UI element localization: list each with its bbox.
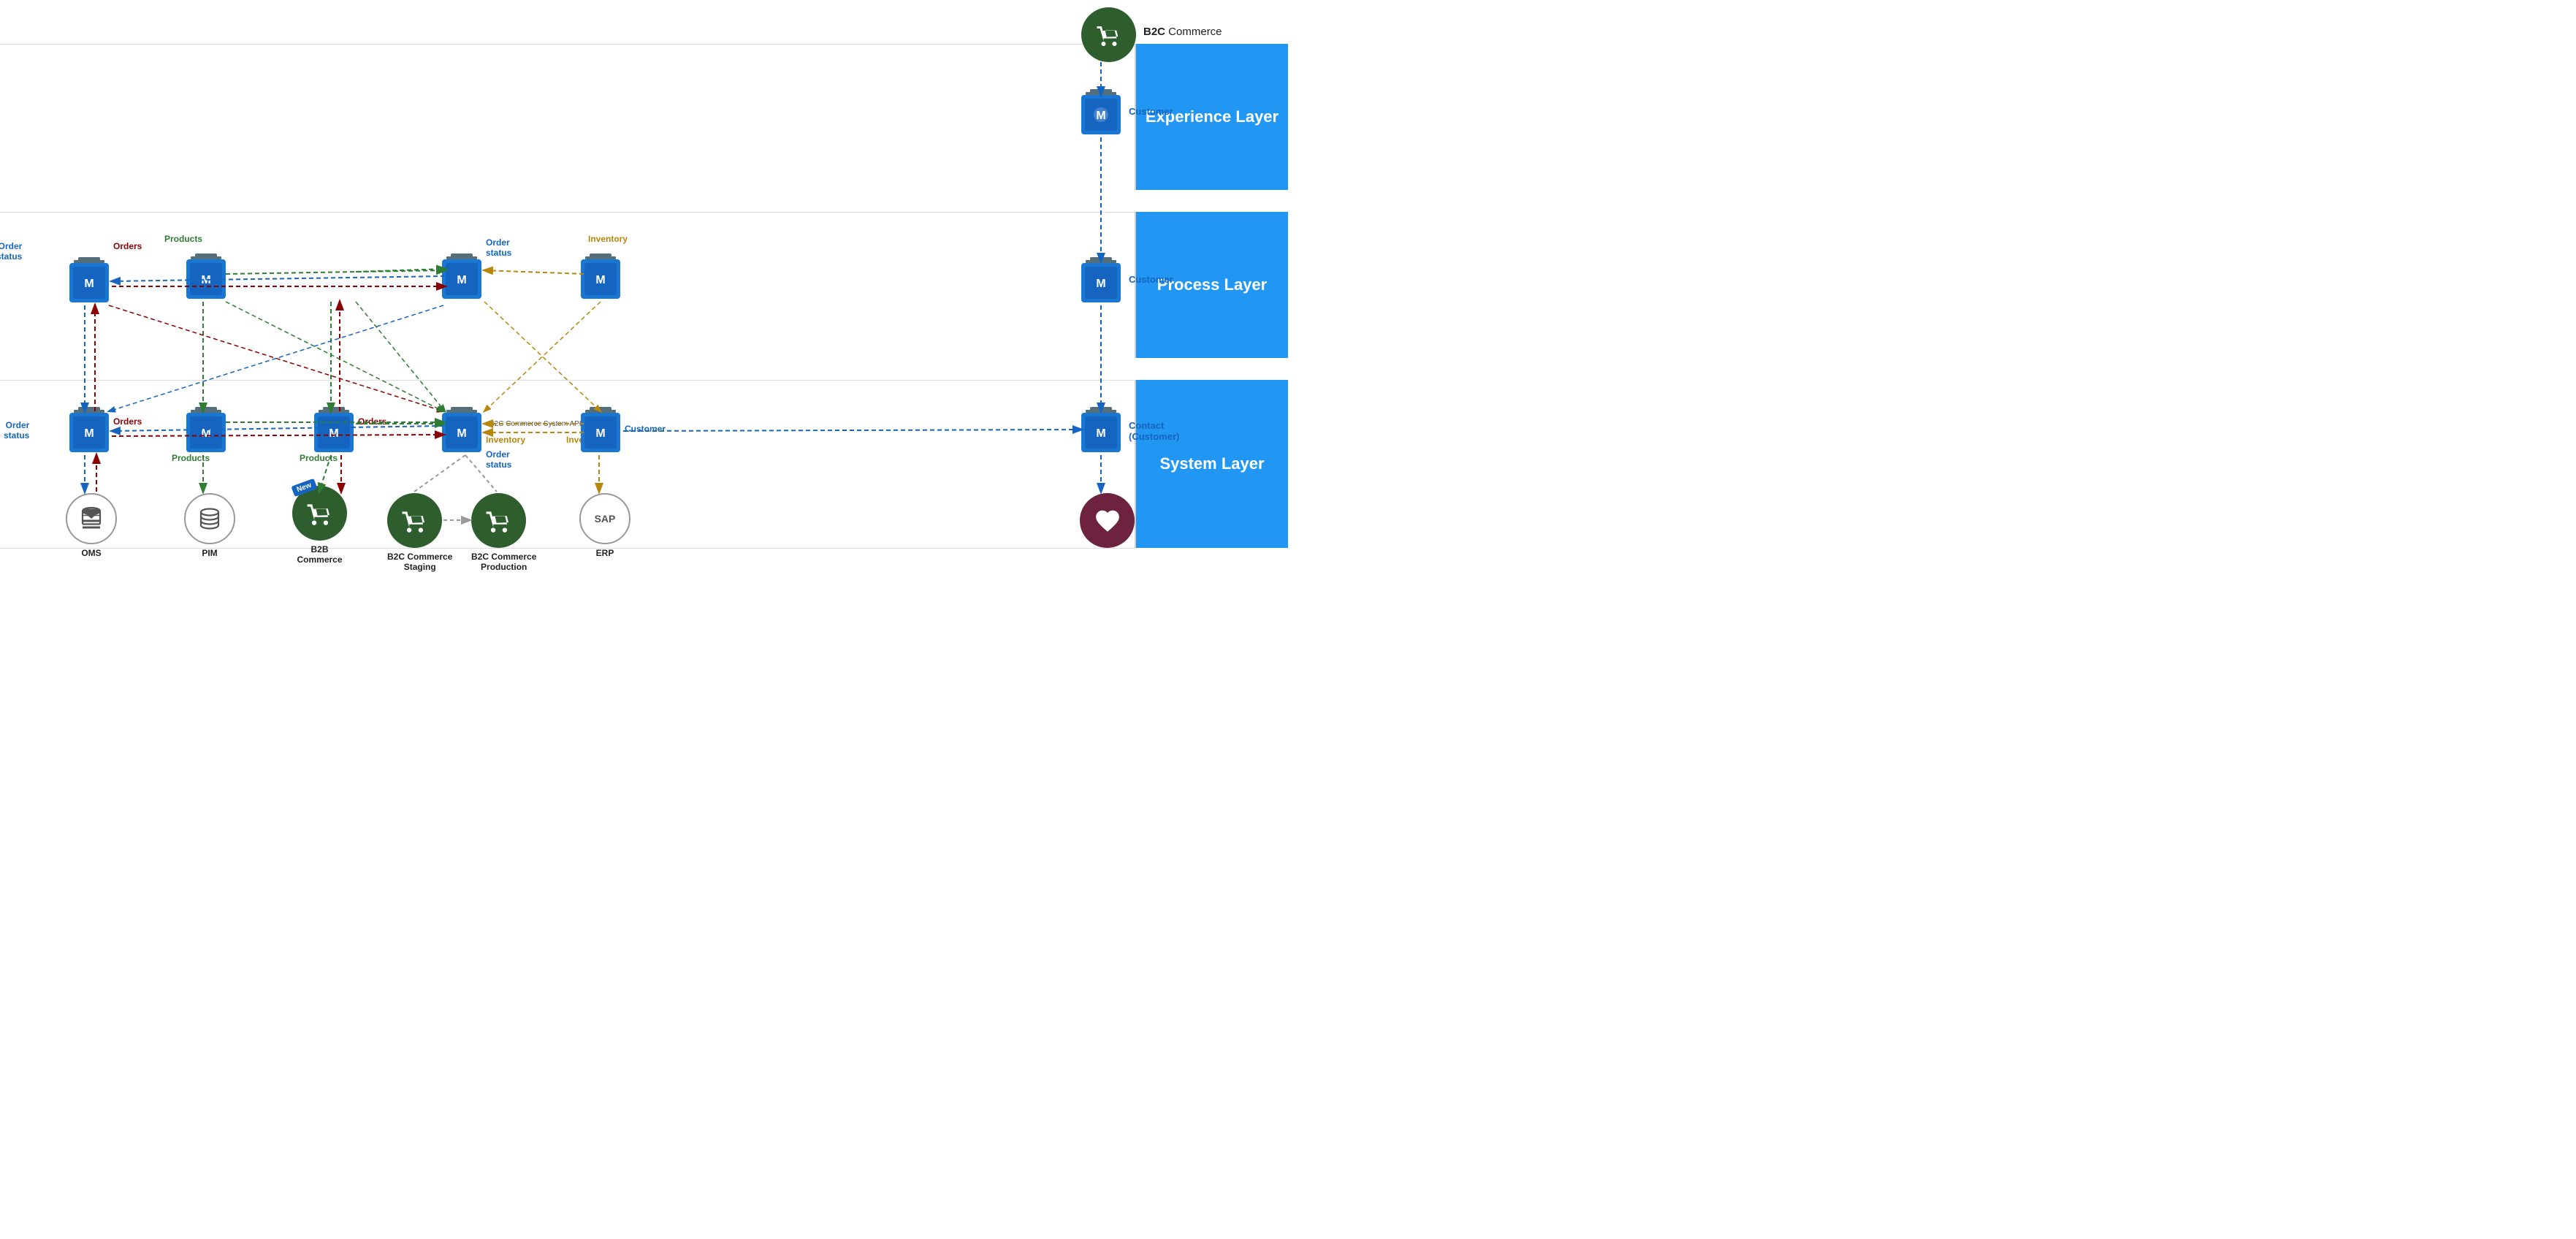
separator-proc-sys — [0, 380, 1135, 381]
svg-text:M: M — [1096, 427, 1105, 440]
b2b-circle: New B2BCommerce — [292, 486, 347, 565]
svg-text:M: M — [595, 427, 605, 440]
exp-customer-mule-wrapper: M Customer — [1081, 95, 1121, 134]
sys-pim-products-label: Products — [172, 453, 210, 463]
svg-text:M: M — [329, 427, 338, 440]
oms-circle: OMS — [66, 493, 117, 558]
process-layer-band: Process Layer — [1135, 212, 1288, 358]
exp-customer-label: Customer — [1129, 106, 1173, 117]
b2c-prod-label: B2C CommerceProduction — [471, 552, 536, 573]
separator-exp-proc — [0, 212, 1135, 213]
svg-text:M: M — [457, 274, 466, 286]
b2c-top-label: B2C Commerce — [1143, 26, 1222, 38]
b2c-staging-circle: B2C CommerceStaging — [387, 493, 452, 573]
proc-oms-orders-label: Orders — [113, 241, 142, 251]
separator-top — [0, 44, 1135, 45]
sys-oms-orders-label: Orders — [113, 416, 142, 427]
sys-customer-label: Contact(Customer) — [1129, 420, 1179, 442]
sys-b2b-products-label: Products — [300, 453, 338, 463]
process-layer-label: Process Layer — [1157, 275, 1267, 296]
erp-circle: SAP ERP — [579, 493, 630, 558]
proc-oms-mule-wrapper: M Orderstatus Orders — [69, 263, 109, 302]
system-layer-band: System Layer — [1135, 380, 1288, 548]
proc-oms-order-status-label: Orderstatus — [0, 241, 22, 262]
proc-customer-label: Customer — [1129, 274, 1173, 285]
sys-b2c-inventory1-label: Inventory — [486, 435, 525, 445]
api-label: B2C Commerce System API — [489, 420, 582, 428]
b2c-prod-circle: B2C CommerceProduction — [471, 493, 536, 573]
pim-label: PIM — [184, 548, 235, 558]
erp-label: ERP — [579, 548, 630, 558]
sys-oms-order-status-label: Orderstatus — [4, 420, 29, 441]
sys-b2c-order-status-label: Order status — [486, 449, 511, 470]
b2b-label: B2BCommerce — [292, 544, 347, 565]
svg-text:M: M — [84, 278, 94, 290]
experience-layer-band: Experience Layer — [1135, 44, 1288, 190]
sys-erp-customer-label: Customer — [625, 424, 666, 434]
system-layer-label: System Layer — [1159, 454, 1264, 475]
proc-pim-products-label: Products — [164, 234, 202, 244]
svg-text:M: M — [201, 274, 210, 286]
b2c-staging-label: B2C CommerceStaging — [387, 552, 452, 573]
svg-text:M: M — [1096, 110, 1105, 122]
proc-inventory-label: Inventory — [588, 234, 628, 244]
proc-b2c-order-status-label: Orderstatus — [486, 237, 511, 258]
sfmc-circle — [1080, 493, 1135, 548]
svg-text:M: M — [457, 427, 466, 440]
svg-text:M: M — [595, 274, 605, 286]
svg-text:M: M — [1096, 278, 1105, 290]
sys-b2b-orders-label: Orders — [358, 416, 386, 427]
pim-circle: PIM — [184, 493, 235, 558]
oms-label: OMS — [66, 548, 117, 558]
svg-text:M: M — [84, 427, 94, 440]
separator-bottom — [0, 548, 1135, 549]
svg-text:M: M — [201, 427, 210, 440]
